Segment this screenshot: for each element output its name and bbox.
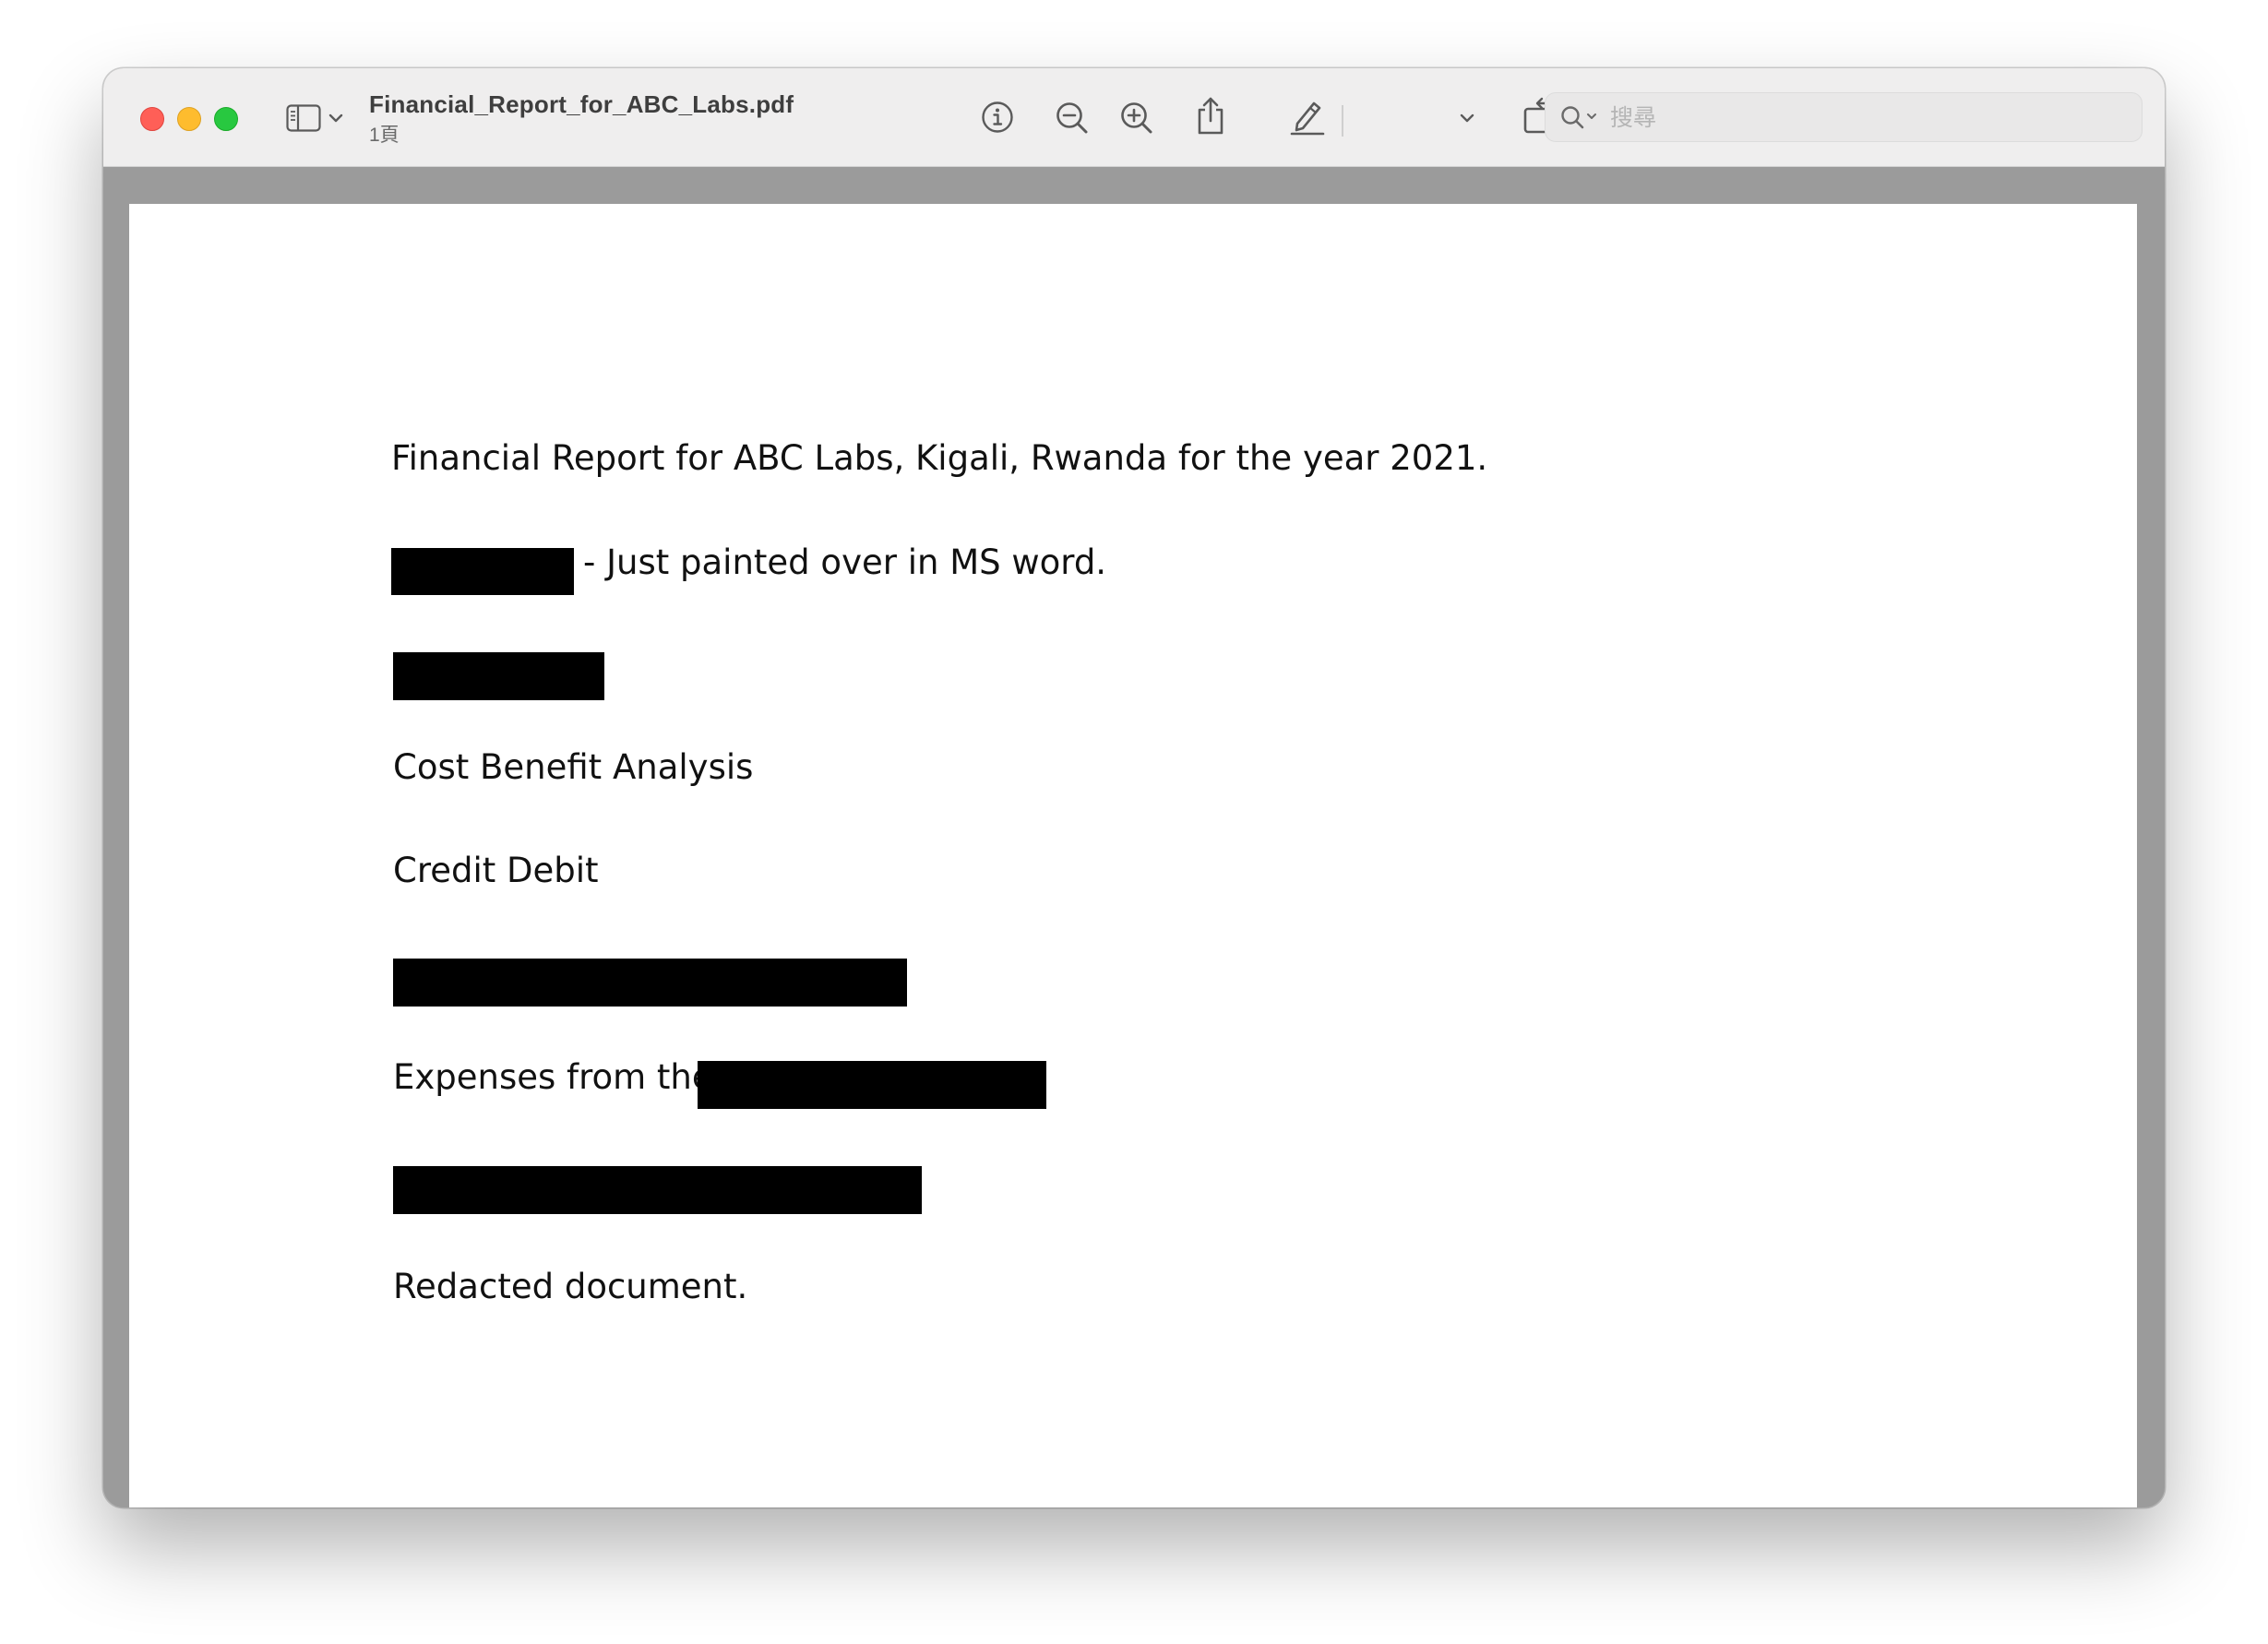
- redaction-block: [393, 959, 907, 1007]
- info-button[interactable]: [980, 100, 1015, 135]
- highlight-button[interactable]: [1288, 96, 1327, 137]
- sidebar-toggle-button[interactable]: [284, 101, 323, 135]
- pdf-page[interactable]: Financial Report for ABC Labs, Kigali, R…: [129, 204, 2137, 1507]
- sidebar-menu-button[interactable]: [327, 109, 345, 127]
- closing-line: Redacted document.: [393, 1267, 748, 1306]
- redaction-block: [393, 652, 604, 700]
- zoom-out-icon: [1056, 102, 1088, 134]
- toolbar-divider: [1342, 105, 1343, 137]
- close-button[interactable]: [140, 107, 164, 131]
- highlight-menu-button[interactable]: [1458, 109, 1476, 127]
- search-input[interactable]: [1610, 99, 2127, 136]
- redaction-block: [391, 548, 574, 595]
- minimize-button[interactable]: [177, 107, 201, 131]
- search-field[interactable]: [1545, 92, 2143, 142]
- preview-window: Financial_Report_for_ABC_Labs.pdf 1頁 搜尋 …: [103, 68, 2165, 1507]
- page-count: 1頁: [369, 125, 400, 146]
- painted-over-note: - Just painted over in MS word.: [583, 542, 1107, 582]
- redaction-block: [393, 1166, 922, 1214]
- report-title: Financial Report for ABC Labs, Kigali, R…: [391, 438, 1488, 478]
- share-button[interactable]: [1192, 94, 1229, 137]
- title-bar[interactable]: Financial_Report_for_ABC_Labs.pdf 1頁: [103, 68, 2165, 167]
- document-title: Financial_Report_for_ABC_Labs.pdf: [369, 90, 794, 118]
- chevron-down-icon: [328, 113, 343, 123]
- chevron-down-icon: [1460, 113, 1474, 123]
- zoom-in-icon: [1121, 102, 1152, 134]
- expenses-line: Expenses from the: [393, 1057, 713, 1097]
- zoom-button[interactable]: [214, 107, 238, 131]
- share-icon: [1198, 97, 1224, 135]
- highlighter-icon: [1290, 101, 1325, 136]
- zoom-in-button[interactable]: [1118, 100, 1155, 137]
- redaction-block: [698, 1061, 1046, 1109]
- search-icon: [1561, 106, 1596, 129]
- zoom-out-button[interactable]: [1054, 100, 1091, 137]
- sidebar-icon: [286, 104, 321, 132]
- credit-debit-heading: Credit Debit: [393, 851, 599, 890]
- info-icon: [982, 101, 1013, 133]
- cost-benefit-heading: Cost Benefit Analysis: [393, 747, 754, 787]
